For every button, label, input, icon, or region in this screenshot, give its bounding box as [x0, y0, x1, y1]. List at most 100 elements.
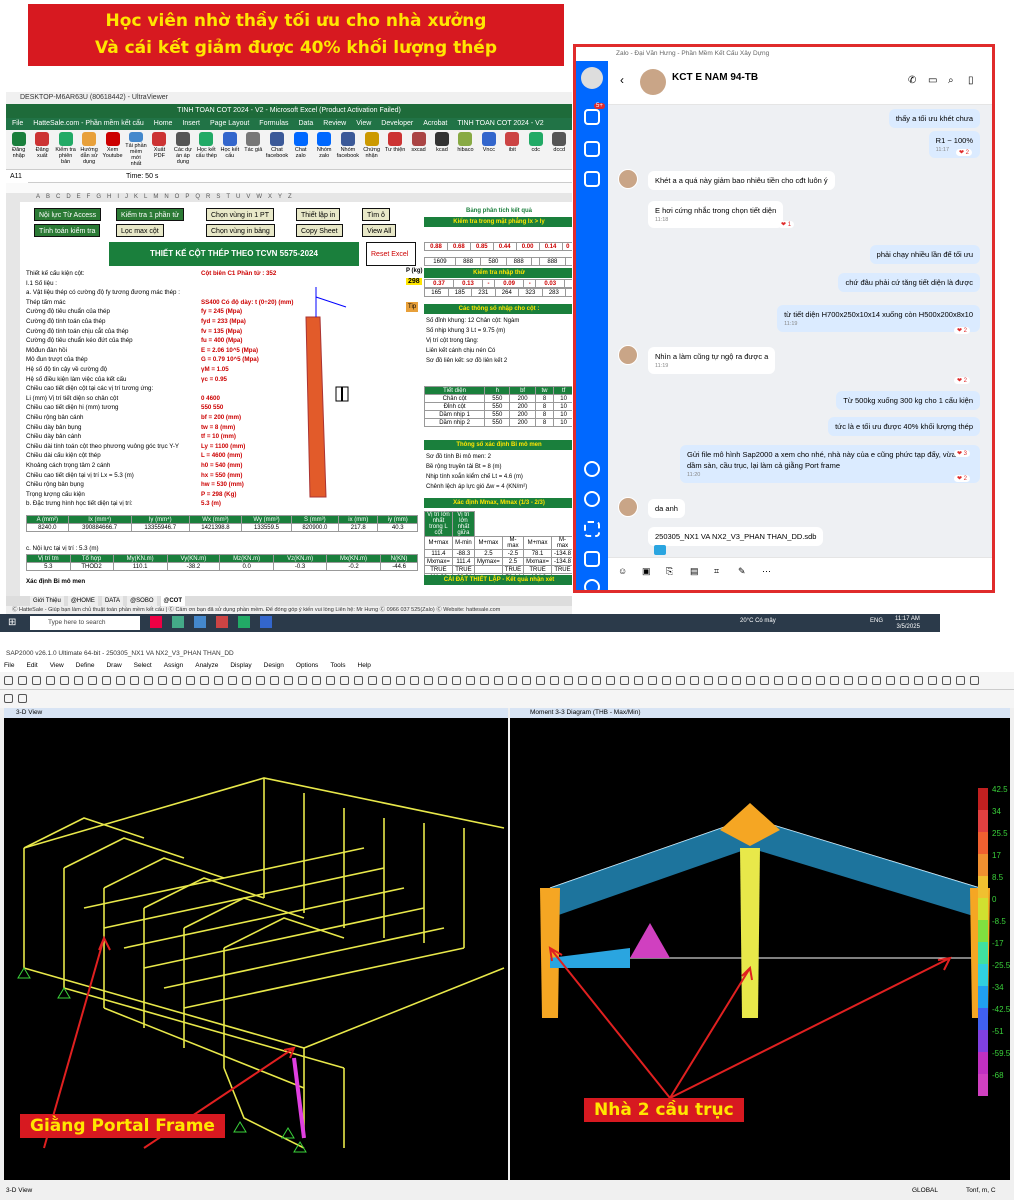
table-cell[interactable]: 283 — [541, 288, 567, 297]
table-cell[interactable]: A (mm²) — [26, 515, 69, 524]
table-cell[interactable]: tw — [534, 386, 555, 395]
ribbon-button[interactable]: Các dự án áp dụng — [172, 132, 193, 167]
table-cell[interactable]: Mxmax= — [523, 557, 552, 566]
chat-message[interactable]: tức là e tối ưu được 40% khối lượng thép — [828, 417, 980, 436]
table-cell[interactable] — [564, 279, 572, 288]
toolbar-icon[interactable] — [564, 676, 573, 685]
table-cell[interactable]: 1609 — [424, 257, 456, 266]
toolbar-icon[interactable] — [592, 676, 601, 685]
toolbar-icon[interactable] — [830, 676, 839, 685]
toolbar-icon[interactable] — [326, 676, 335, 685]
ribbon-tab[interactable]: Page Layout — [210, 118, 249, 130]
table-cell[interactable]: 0.68 — [446, 242, 471, 251]
table-cell[interactable]: 110.1 — [112, 562, 168, 571]
table-cell[interactable]: 10 — [553, 402, 572, 411]
ribbon-button[interactable]: hibaco — [455, 132, 476, 167]
toolbar-icon[interactable] — [200, 676, 209, 685]
table-cell[interactable]: My(KN.m) — [112, 554, 168, 563]
ribbon-tab[interactable]: File — [12, 118, 23, 130]
table-cell[interactable]: -2.5 — [501, 549, 525, 558]
btn-noi-luc[interactable]: Nội lực Từ Access — [34, 208, 102, 221]
table-cell[interactable]: 13355946.7 — [130, 523, 190, 532]
ribbon-tab[interactable]: HatteSale.com - Phần mềm kết cấu — [33, 118, 144, 130]
table-cell[interactable]: 10 — [553, 410, 572, 419]
btn-loc-max[interactable]: Lọc max cột — [116, 224, 164, 237]
chat-message[interactable]: R1 ~ 100% 11:17 — [928, 131, 980, 158]
table-cell[interactable]: 888 — [505, 257, 532, 266]
ribbon-tab[interactable]: Developer — [381, 118, 413, 130]
table-cell[interactable]: 200 — [509, 418, 536, 427]
table-cell[interactable]: 820900.0 — [290, 523, 340, 532]
table-cell[interactable] — [564, 257, 572, 266]
sap-menu-item[interactable]: View — [50, 660, 64, 672]
sap-menu-item[interactable]: File — [4, 660, 14, 672]
toolbar-icon[interactable] — [18, 694, 27, 703]
toolbar-icon[interactable] — [284, 676, 293, 685]
table-cell[interactable]: 10 — [553, 418, 572, 427]
chat-message[interactable]: từ tiết diện H700x250x10x14 xuống còn H5… — [777, 305, 980, 332]
ribbon-tab[interactable]: Review — [323, 118, 346, 130]
toolbar-icon[interactable] — [970, 676, 979, 685]
toolbar-icon[interactable] — [186, 676, 195, 685]
ribbon-button[interactable]: Đăng nhập — [8, 132, 29, 167]
table-cell[interactable]: 390884666.7 — [67, 523, 132, 532]
ribbon-button[interactable]: Tác giả — [243, 132, 264, 167]
table-cell[interactable]: 8 — [534, 410, 555, 419]
toolbar-icon[interactable] — [718, 676, 727, 685]
ribbon-button[interactable]: ibit — [502, 132, 523, 167]
toolbar-icon[interactable] — [466, 676, 475, 685]
sidebar-toggle-icon[interactable]: ▯ — [968, 75, 974, 86]
toolbar-icon[interactable] — [536, 676, 545, 685]
table-cell[interactable]: M-min — [451, 536, 475, 550]
cloud-storage-icon[interactable] — [584, 491, 600, 507]
table-cell[interactable]: 888 — [539, 257, 566, 266]
ribbon-tab[interactable]: Data — [298, 118, 313, 130]
table-cell[interactable]: 2.5 — [501, 557, 525, 566]
toolbar-icon[interactable] — [802, 676, 811, 685]
table-cell[interactable]: -134.8 — [550, 549, 572, 558]
format-icon[interactable]: ✎ — [738, 566, 746, 577]
table-cell[interactable]: Mxmax= — [424, 557, 453, 566]
toolbar-icon[interactable] — [900, 676, 909, 685]
3d-model-view[interactable] — [4, 718, 508, 1180]
table-cell[interactable]: 8 — [534, 402, 555, 411]
app-icon[interactable] — [238, 616, 250, 628]
toolbar-icon[interactable] — [452, 676, 461, 685]
toolbar-icon[interactable] — [88, 676, 97, 685]
toolbar-icon[interactable] — [130, 676, 139, 685]
ribbon-button[interactable]: sxcad — [408, 132, 429, 167]
more-icon[interactable]: ⋯ — [762, 566, 771, 577]
sap-menu-item[interactable]: Help — [358, 660, 371, 672]
toolbar-icon[interactable] — [704, 676, 713, 685]
toolbar-icon[interactable] — [214, 676, 223, 685]
table-cell[interactable]: Tiết diện — [423, 386, 486, 395]
table-cell[interactable]: iy (mm) — [377, 515, 418, 524]
toolbar-icon[interactable] — [172, 676, 181, 685]
toolbar-icon[interactable] — [354, 676, 363, 685]
toolbar-icon[interactable] — [578, 676, 587, 685]
toolbar-icon[interactable] — [368, 676, 377, 685]
table-cell[interactable]: Dầm nhịp 2 — [423, 418, 486, 427]
toolbar-icon[interactable] — [396, 676, 405, 685]
reaction-badge[interactable]: ❤ 2 — [953, 475, 970, 482]
image-icon[interactable]: ▣ — [642, 566, 651, 577]
ribbon-button[interactable]: Xem Youtube — [102, 132, 123, 167]
sap-menu-item[interactable]: Options — [296, 660, 318, 672]
status-coord[interactable]: GLOBAL — [912, 1182, 938, 1200]
ribbon-button[interactable]: Học kết cấu — [219, 132, 240, 167]
table-cell[interactable]: h — [484, 386, 511, 395]
sap-menu-item[interactable]: Display — [230, 660, 251, 672]
windows-icon[interactable]: ⊞ — [8, 617, 16, 628]
table-cell[interactable]: Vy(KN.m) — [166, 554, 221, 563]
btn-kiem-tra[interactable]: Kiểm tra 1 phần tử — [116, 208, 184, 221]
taskbar-search[interactable]: Type here to search — [30, 616, 140, 630]
table-cell[interactable]: 200 — [509, 402, 536, 411]
toolbar-icon[interactable] — [4, 694, 13, 703]
table-cell[interactable]: -134.8 — [550, 557, 572, 566]
table-cell[interactable]: -44.6 — [380, 562, 418, 571]
chat-icon[interactable] — [584, 109, 600, 125]
chat-message[interactable]: da anh — [648, 499, 685, 518]
table-cell[interactable]: S (mm³) — [290, 515, 340, 524]
ribbon-button[interactable]: Nhóm zalo — [313, 132, 334, 167]
reaction-badge[interactable]: ❤ 3 — [953, 450, 970, 457]
